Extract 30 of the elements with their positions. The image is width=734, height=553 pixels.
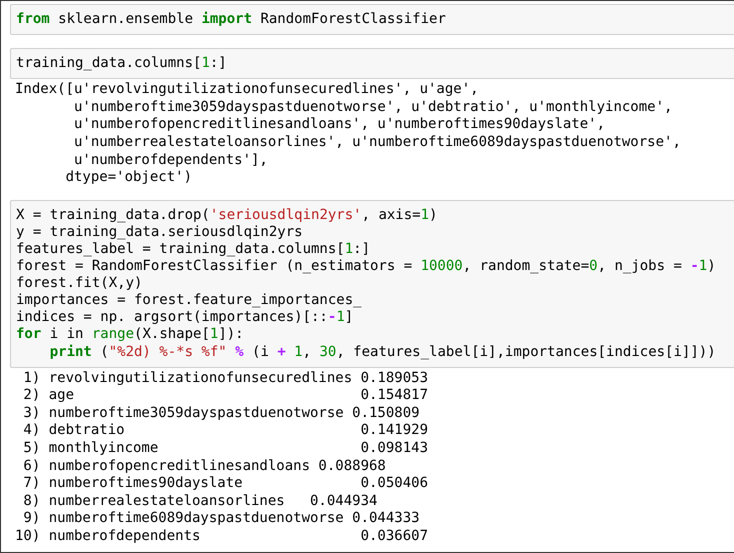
output-line: Index([u'revolvingutilizationofunsecuredlines', u'age', xyxy=(15,81,480,99)
output-line: 1) revolvingutilizationofunsecuredlines 0.189053 xyxy=(22,370,430,388)
code-line: importances = forest.feature_importances_ xyxy=(16,292,363,310)
output-line: u'numberofopencreditlinesandloans', u'numberoftimes90dayslate', xyxy=(73,116,606,134)
code-cell[interactable] xyxy=(10,200,734,368)
output-line: 9) numberoftime6089dayspastduenotworse 0.044333 xyxy=(22,510,421,528)
code-line: forest = RandomForestClassifier (n_estimators = 10000, random_state=0, n_jobs = -1) xyxy=(16,258,717,276)
output-line: dtype='object') xyxy=(64,169,194,187)
code-line: for i in range(X.shape[1]): xyxy=(16,326,245,344)
output-line: 2) age 0.154817 xyxy=(22,387,430,405)
output-line: 7) numberoftimes90dayslate 0.050406 xyxy=(22,475,430,493)
code-line: from sklearn.ensemble import RandomForestClassifier xyxy=(16,11,447,28)
output-line: 3) numberoftime3059dayspastduenotworse 0.150809 xyxy=(22,404,421,422)
output-line: 4) debtratio 0.141929 xyxy=(22,422,430,440)
code-line: print ("%2d) %-*s %f" % (i + 1, 30, features_label[i],importances[indices[i]])) xyxy=(48,344,717,361)
code-line: forest.fit(X,y) xyxy=(16,275,144,292)
code-line: y = training_data.seriousdlqin2yrs xyxy=(16,224,304,241)
code-line: features_label = training_data.columns[1:] xyxy=(16,240,372,258)
output-line: 6) numberofopencreditlinesandloans 0.088968 xyxy=(22,458,387,476)
code-cell[interactable]: from sklearn.ensemble import RandomForestClassifier xyxy=(10,4,734,36)
code-line: X = training_data.drop('seriousdlqin2yrs', axis=1) xyxy=(16,206,438,224)
output-line: u'numberrealestateloansorlines', u'numberoftime6089dayspastduenotworse', xyxy=(73,134,682,152)
output-line: 10) numberofdependents 0.036607 xyxy=(15,528,430,546)
code-line: training_data.columns[1:] xyxy=(16,55,228,72)
code-cell[interactable]: training_data.columns[1:] xyxy=(10,48,734,80)
output-line: 8) numberrealestateloansorlines 0.044934 xyxy=(22,492,378,510)
output-line: 5) monthlyincome 0.098143 xyxy=(22,440,430,458)
output-line: u'numberofdependents'], xyxy=(73,152,269,170)
code-line: indices = np. argsort(importances)[::-1] xyxy=(16,309,354,326)
output-line: u'numberoftime3059dayspastduenotworse', u'debtratio', u'monthlyincome', xyxy=(73,98,674,116)
